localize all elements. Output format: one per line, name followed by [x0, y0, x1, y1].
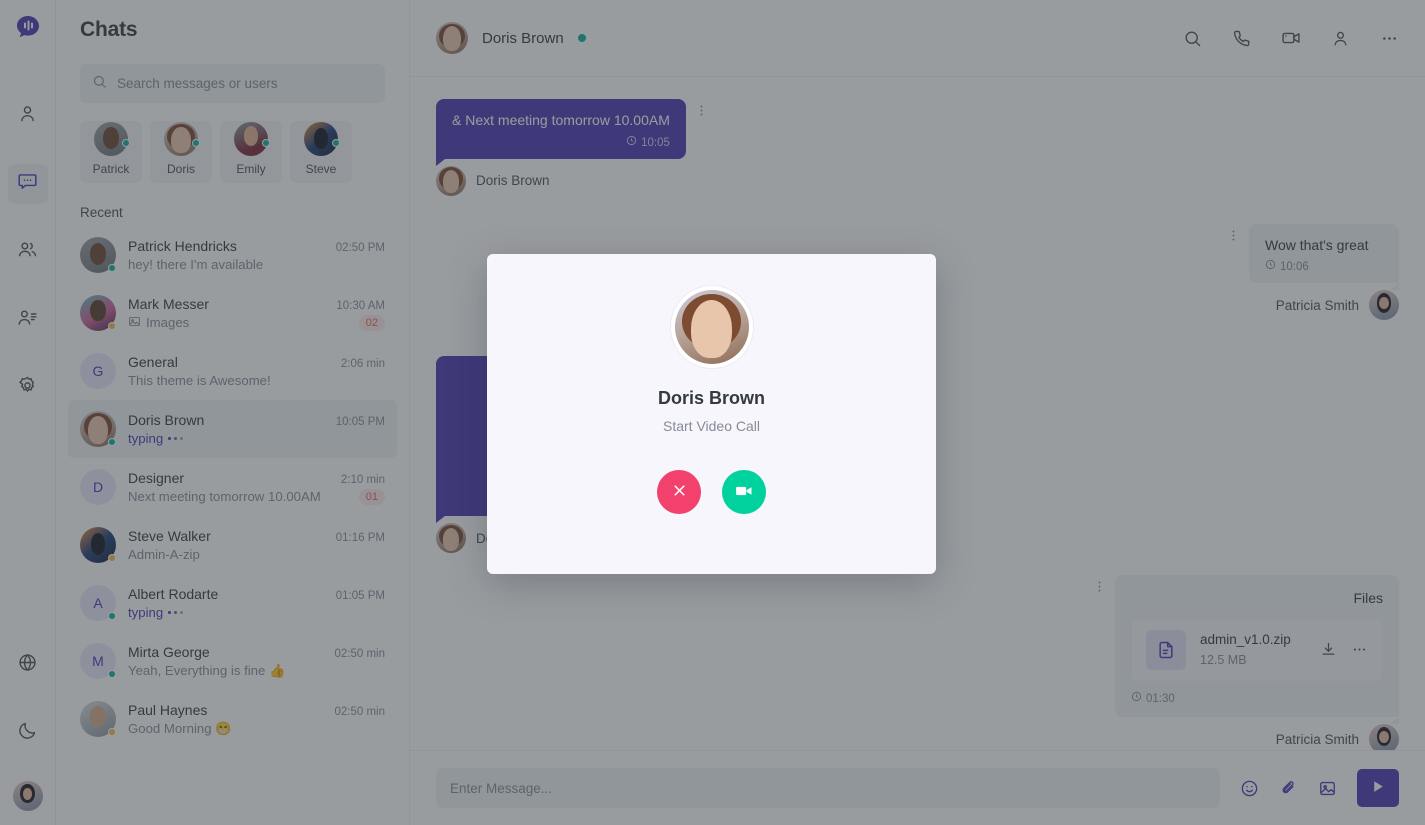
caller-name: Doris Brown: [657, 388, 765, 408]
decline-call-button[interactable]: [657, 470, 701, 514]
chat-application: Chats Patrick Doris: [0, 0, 1425, 825]
call-status: Start Video Call: [662, 418, 760, 434]
close-icon: [671, 482, 688, 502]
video-icon: [734, 481, 754, 504]
video-call-modal: Doris Brown Start Video Call: [487, 254, 936, 574]
avatar: [670, 286, 753, 368]
call-actions: [657, 470, 766, 514]
accept-call-button[interactable]: [722, 470, 766, 514]
